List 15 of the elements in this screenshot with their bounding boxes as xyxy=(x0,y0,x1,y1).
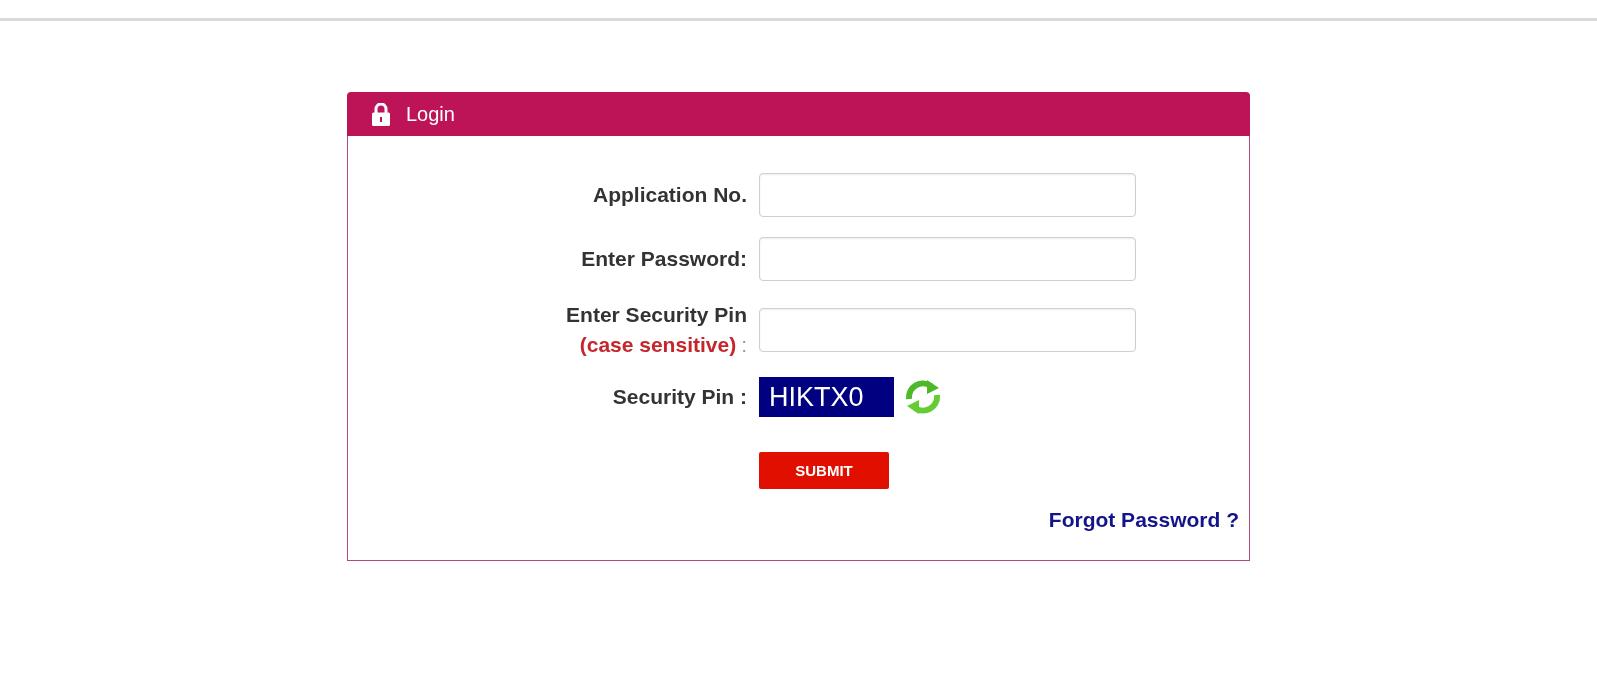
submit-button[interactable]: SUBMIT xyxy=(759,452,889,489)
padlock-icon xyxy=(372,102,390,126)
input-field[interactable] xyxy=(759,308,1136,352)
field-label: Enter Security Pin xyxy=(565,302,747,328)
forgot-password-link[interactable]: Forgot Password ? xyxy=(1048,508,1239,531)
captcha-code: HIKTX0 xyxy=(759,377,894,417)
field-label: Enter Password: xyxy=(580,246,747,272)
input-field[interactable] xyxy=(759,237,1136,281)
refresh-icon[interactable] xyxy=(903,380,943,414)
panel-title: Login xyxy=(406,102,455,126)
field-label: Security Pin : xyxy=(611,384,747,410)
hint-text: (case sensitive) xyxy=(579,333,737,356)
colon-text: : xyxy=(741,333,747,356)
input-field[interactable] xyxy=(759,173,1136,217)
field-label: Application No. xyxy=(592,182,747,208)
